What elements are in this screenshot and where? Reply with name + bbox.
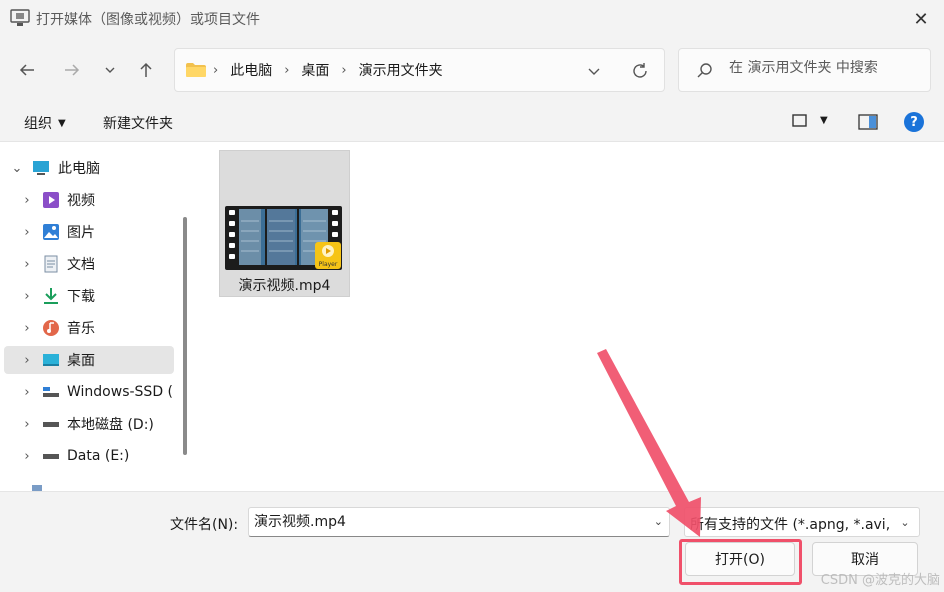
address-bar[interactable]: › 此电脑 › 桌面 › 演示用文件夹 [174, 48, 665, 92]
chevron-down-icon [105, 67, 115, 73]
chevron-right-icon[interactable]: › [20, 353, 34, 368]
window-title: 打开媒体（图像或视频）或项目文件 [36, 12, 260, 28]
drive-icon [43, 422, 59, 427]
breadcrumb-demo-folder[interactable]: 演示用文件夹 [359, 60, 443, 80]
chevron-right-icon: › [284, 62, 290, 78]
search-icon [697, 63, 712, 78]
chevron-right-icon[interactable]: › [20, 417, 34, 432]
chevron-down-icon[interactable]: ⌄ [895, 512, 915, 532]
sidebar-item-label: 桌面 [67, 353, 95, 369]
sidebar-item-documents[interactable]: › 文档 [4, 250, 174, 278]
sidebar-item-label: 图片 [67, 225, 95, 241]
search-input[interactable] [729, 60, 924, 76]
music-icon [43, 320, 59, 336]
sidebar-item-drive-d[interactable]: › 本地磁盘 (D:) [4, 410, 174, 438]
close-button[interactable]: ✕ [898, 0, 944, 38]
sidebar-item-this-pc[interactable]: ⌄ 此电脑 [4, 154, 174, 182]
navigation-bar: › 此电脑 › 桌面 › 演示用文件夹 [0, 38, 944, 102]
refresh-icon [633, 63, 647, 78]
refresh-button[interactable] [628, 59, 652, 83]
file-name: 演示视频.mp4 [238, 278, 331, 294]
sidebar-scrollbar[interactable] [183, 217, 187, 455]
command-bar: 组织 ▼ 新建文件夹 ▼ ? [0, 102, 944, 142]
pictures-folder-icon [43, 224, 59, 240]
arrow-right-icon [65, 64, 80, 76]
sidebar-item-label: Windows-SSD ( [67, 384, 174, 400]
file-type-select[interactable]: 所有支持的文件 (*.apng, *.avi, ⌄ [684, 507, 920, 537]
sidebar-item-drive-e[interactable]: › Data (E:) [4, 442, 174, 470]
sidebar-item-label: 此电脑 [58, 161, 100, 177]
drive-icon [43, 387, 59, 397]
folder-icon [186, 63, 206, 77]
caret-down-icon: ▼ [58, 118, 66, 129]
address-dropdown-button[interactable] [582, 59, 606, 83]
annotation-highlight-box [679, 539, 802, 585]
chevron-down-icon [588, 68, 600, 75]
recent-locations-button[interactable] [96, 56, 124, 84]
sidebar-item-label: 本地磁盘 (D:) [67, 417, 154, 433]
search-box[interactable] [678, 48, 931, 92]
sidebar-item-pictures[interactable]: › 图片 [4, 218, 174, 246]
chevron-down-icon[interactable]: ⌄ [654, 515, 663, 528]
sidebar-item-downloads[interactable]: › 下载 [4, 282, 174, 310]
arrow-up-icon [140, 62, 152, 77]
organize-button[interactable]: 组织 ▼ [24, 113, 66, 133]
arrow-left-icon [19, 64, 34, 76]
new-folder-button[interactable]: 新建文件夹 [103, 113, 173, 133]
sidebar-item-label: 文档 [67, 257, 95, 273]
breadcrumb: › 此电脑 › 桌面 › 演示用文件夹 [213, 60, 443, 80]
up-button[interactable] [132, 56, 160, 84]
chevron-right-icon[interactable]: › [20, 289, 34, 304]
help-icon: ? [910, 114, 918, 130]
chevron-right-icon: › [341, 62, 347, 78]
drive-icon [43, 454, 59, 459]
back-button[interactable] [13, 56, 41, 84]
chevron-right-icon[interactable]: › [20, 385, 34, 400]
video-folder-icon [43, 192, 59, 208]
sidebar-item-label: 下载 [67, 289, 95, 305]
forward-button[interactable] [58, 56, 86, 84]
sidebar-item-desktop[interactable]: › 桌面 [4, 346, 174, 374]
breadcrumb-this-pc[interactable]: 此电脑 [230, 60, 272, 80]
file-type-value: 所有支持的文件 (*.apng, *.avi, [690, 517, 891, 533]
breadcrumb-desktop[interactable]: 桌面 [301, 60, 329, 80]
documents-folder-icon [44, 255, 58, 273]
chevron-right-icon[interactable]: › [20, 225, 34, 240]
sidebar-item-label: 音乐 [67, 321, 95, 337]
filename-combobox[interactable]: ⌄ [248, 507, 670, 537]
chevron-right-icon: › [213, 62, 219, 78]
desktop-icon [43, 354, 59, 366]
view-mode-icon[interactable] [791, 113, 809, 129]
chevron-right-icon[interactable]: › [20, 321, 34, 336]
title-bar: 打开媒体（图像或视频）或项目文件 ✕ [0, 0, 944, 38]
help-button[interactable]: ? [904, 112, 924, 132]
video-file-thumbnail: Player [225, 206, 342, 270]
chevron-right-icon[interactable]: › [20, 193, 34, 208]
view-mode-caret-icon[interactable]: ▼ [820, 115, 828, 126]
chevron-right-icon[interactable]: › [20, 257, 34, 272]
computer-icon [33, 161, 49, 175]
organize-label: 组织 [24, 116, 52, 132]
chevron-right-icon[interactable]: › [20, 449, 34, 464]
sidebar-item-windows-ssd[interactable]: › Windows-SSD ( [4, 378, 174, 406]
sidebar-item-label: Data (E:) [67, 448, 130, 464]
close-icon: ✕ [913, 8, 929, 30]
sidebar-item-music[interactable]: › 音乐 [4, 314, 174, 342]
sidebar-item-label: 视频 [67, 193, 95, 209]
sidebar-item-videos[interactable]: › 视频 [4, 186, 174, 214]
app-icon [10, 9, 30, 26]
file-list: Player 演示视频.mp4 [196, 142, 944, 491]
player-badge-label: Player [319, 261, 338, 268]
filename-label: 文件名(N): [170, 517, 239, 533]
navigation-pane: ⌄ 此电脑 › 视频 › 图片 › 文档 › 下载 › 音乐 › 桌面 › Wi… [0, 142, 190, 491]
filename-input[interactable] [254, 513, 644, 529]
preview-pane-icon[interactable] [858, 114, 878, 130]
download-icon [44, 288, 58, 304]
watermark: CSDN @波克的大脑 [820, 573, 940, 588]
dialog-footer: 文件名(N): ⌄ 所有支持的文件 (*.apng, *.avi, ⌄ 打开(O… [0, 491, 944, 592]
file-item[interactable]: Player 演示视频.mp4 [219, 150, 350, 297]
chevron-down-icon[interactable]: ⌄ [10, 161, 24, 176]
